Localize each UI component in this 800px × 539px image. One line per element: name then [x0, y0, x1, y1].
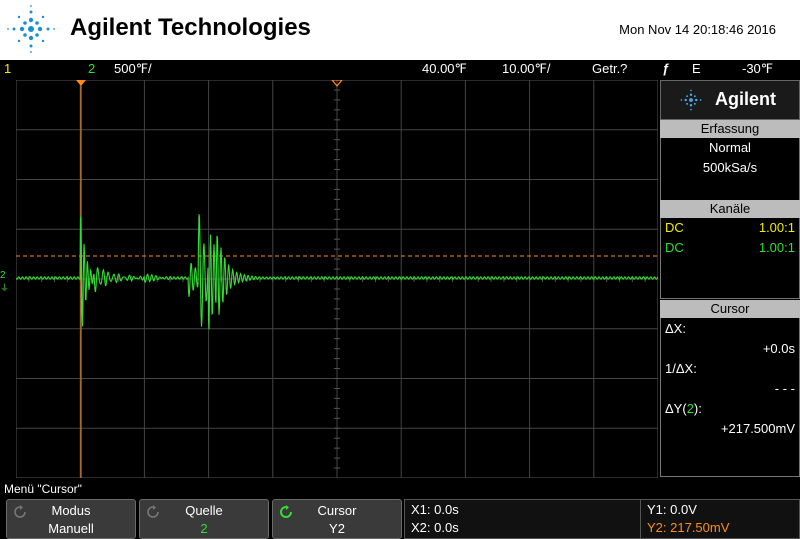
channels-section: DC 1.00:1 DC 1.00:1 [660, 218, 800, 299]
waveform-display[interactable] [16, 80, 658, 478]
softkey-mode[interactable]: Modus Manuell [6, 499, 136, 539]
delta-y-channel: 2 [686, 401, 694, 416]
acquisition-section: Normal 500kSa/s [660, 138, 800, 201]
softkey-source-title: Quelle [185, 503, 223, 518]
status-bar: 1 2 500℉/ 40.00℉ 10.00℉/ Getr.? ƒ E -30℉ [0, 60, 800, 78]
channels-header[interactable]: Kanäle [660, 200, 800, 218]
delta-x-label: ΔX: [665, 321, 686, 336]
cursor-header[interactable]: Cursor [660, 300, 800, 318]
y2-readout: Y2: 217.50mV [647, 520, 730, 535]
softkey-source-value: 2 [200, 521, 208, 536]
channel-2-coupling: DC [665, 240, 684, 255]
x-cursor-readout: X1: 0.0s X2: 0.0s [404, 499, 642, 539]
header-bar: Agilent Technologies Mon Nov 14 20:18:46… [0, 0, 800, 60]
trigger-source: E [692, 61, 701, 76]
sample-rate: 500kSa/s [702, 160, 758, 175]
trigger-slope-icon: ƒ [662, 61, 670, 76]
softkey-cursor[interactable]: Cursor Y2 [272, 499, 402, 539]
cursor-section: ΔX: +0.0s 1/ΔX: - - - ΔY(2): +217.500mV [660, 318, 800, 477]
agilent-label: Agilent [715, 89, 776, 109]
channel-2-label[interactable]: 2 [88, 61, 95, 76]
channel-2-probe: 1.00:1 [758, 240, 795, 255]
agilent-logo-box: Agilent [660, 80, 800, 120]
softkey-mode-value: Manuell [48, 521, 94, 536]
channel-2-row: DC 1.00:1 [665, 240, 795, 255]
trigger-level: -30℉ [742, 61, 774, 76]
agilent-spark-logo-icon [7, 5, 55, 53]
time-scale: 10.00℉/ [502, 61, 551, 76]
x2-readout: X2: 0.0s [411, 520, 459, 535]
delta-y-value: +217.500mV [720, 421, 795, 436]
ground-marker-label: 2 [0, 270, 6, 281]
delta-y-suffix: ): [693, 401, 702, 416]
datetime: Mon Nov 14 20:18:46 2016 [619, 22, 776, 37]
softkey-mode-title: Modus [51, 503, 91, 518]
channel-2-ground-marker[interactable]: 2 ⏚ [0, 270, 16, 293]
acquisition-header[interactable]: Erfassung [660, 120, 800, 138]
delta-y-prefix: ΔY( [665, 401, 687, 416]
y-cursor-readout: Y1: 0.0V Y2: 217.50mV [640, 499, 800, 539]
softkey-cursor-value: Y2 [329, 521, 345, 536]
softkey-cursor-title: Cursor [317, 503, 357, 518]
brand-name: Agilent Technologies [70, 14, 311, 41]
inverse-delta-x-value: - - - [774, 381, 795, 396]
y1-readout: Y1: 0.0V [647, 502, 697, 517]
softkey-bar: Modus Manuell Quelle 2 Cursor Y2 X1: 0.0… [0, 497, 800, 539]
menu-label: Menü "Cursor" [0, 480, 400, 498]
channel-1-label[interactable]: 1 [4, 61, 11, 76]
acquisition-state: Getr.? [592, 61, 628, 76]
channel-1-coupling: DC [665, 220, 684, 235]
channel-1-probe: 1.00:1 [758, 220, 795, 235]
graticule [16, 80, 658, 478]
acquisition-mode: Normal [709, 140, 751, 155]
agilent-spark-logo-icon [680, 89, 702, 111]
delta-x-value: +0.0s [762, 341, 795, 356]
channel-2-scale: 500℉/ [114, 61, 152, 76]
x1-readout: X1: 0.0s [411, 502, 459, 517]
inverse-delta-x-label: 1/ΔX: [665, 361, 697, 376]
ground-icon: ⏚ [0, 283, 10, 293]
time-position: 40.00℉ [422, 61, 467, 76]
delta-y-label: ΔY(2): [665, 401, 795, 416]
channel-1-row: DC 1.00:1 [665, 220, 795, 235]
menu-title: Menü "Cursor" [4, 482, 82, 496]
info-panel: Agilent Erfassung Normal 500kSa/s Kanäle… [660, 80, 800, 478]
softkey-source[interactable]: Quelle 2 [139, 499, 269, 539]
